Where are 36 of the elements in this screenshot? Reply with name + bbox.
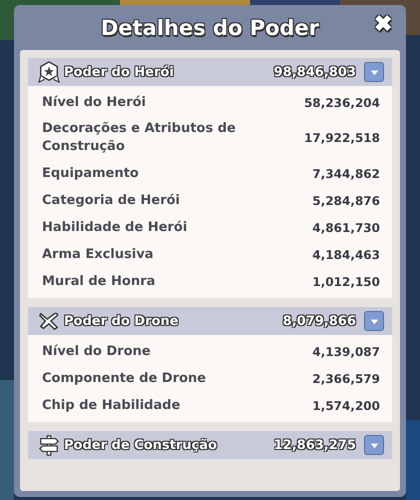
stat-value: 1,012,150 (312, 274, 380, 288)
stat-label: Nível do Herói (42, 94, 146, 112)
stat-label: Habilidade de Herói (42, 218, 188, 236)
expand-button[interactable] (364, 311, 384, 331)
stat-label: Arma Exclusiva (42, 246, 154, 264)
section-value: 12,863,275 (274, 438, 356, 452)
stat-label: Categoria de Herói (42, 192, 180, 210)
stat-label: Chip de Habilidade (42, 396, 180, 414)
section-value: 8,079,866 (282, 314, 356, 328)
stat-value: 5,284,876 (312, 194, 380, 208)
stat-value: 4,861,730 (312, 220, 380, 234)
stat-label: Equipamento (42, 164, 139, 182)
expand-button[interactable] (364, 435, 384, 455)
dialog-title: Detalhes do Poder (100, 16, 320, 40)
stat-label: Mural de Honra (42, 272, 156, 290)
expand-button[interactable] (364, 62, 384, 82)
stat-value: 4,139,087 (312, 344, 380, 358)
section-value: 98,846,803 (274, 64, 356, 80)
signpost-icon (38, 434, 60, 456)
section-title: Poder de Construção (64, 438, 218, 452)
stat-value: 17,922,518 (304, 131, 380, 145)
section-title: Poder do Herói (64, 64, 175, 80)
stat-value: 2,366,579 (312, 372, 380, 386)
section-header[interactable]: Poder de Construção 12,863,275 (28, 431, 392, 459)
section-header[interactable]: Poder do Drone 8,079,866 (28, 307, 392, 335)
stat-value: 1,574,200 (312, 398, 380, 412)
section-title: Poder do Drone (64, 314, 180, 328)
close-button[interactable]: ✖ (370, 11, 396, 37)
stat-value: 4,184,463 (312, 248, 380, 262)
stat-value: 58,236,204 (304, 96, 380, 110)
section-header[interactable]: Poder do Herói 98,846,803 (28, 58, 392, 86)
stat-label: Componente de Drone (42, 370, 206, 388)
stat-label: Nível do Drone (42, 342, 151, 360)
stat-label: Decorações e Atributos de Construção (42, 120, 237, 156)
stat-value: 7,344,862 (312, 166, 380, 180)
badge-icon (38, 61, 60, 83)
